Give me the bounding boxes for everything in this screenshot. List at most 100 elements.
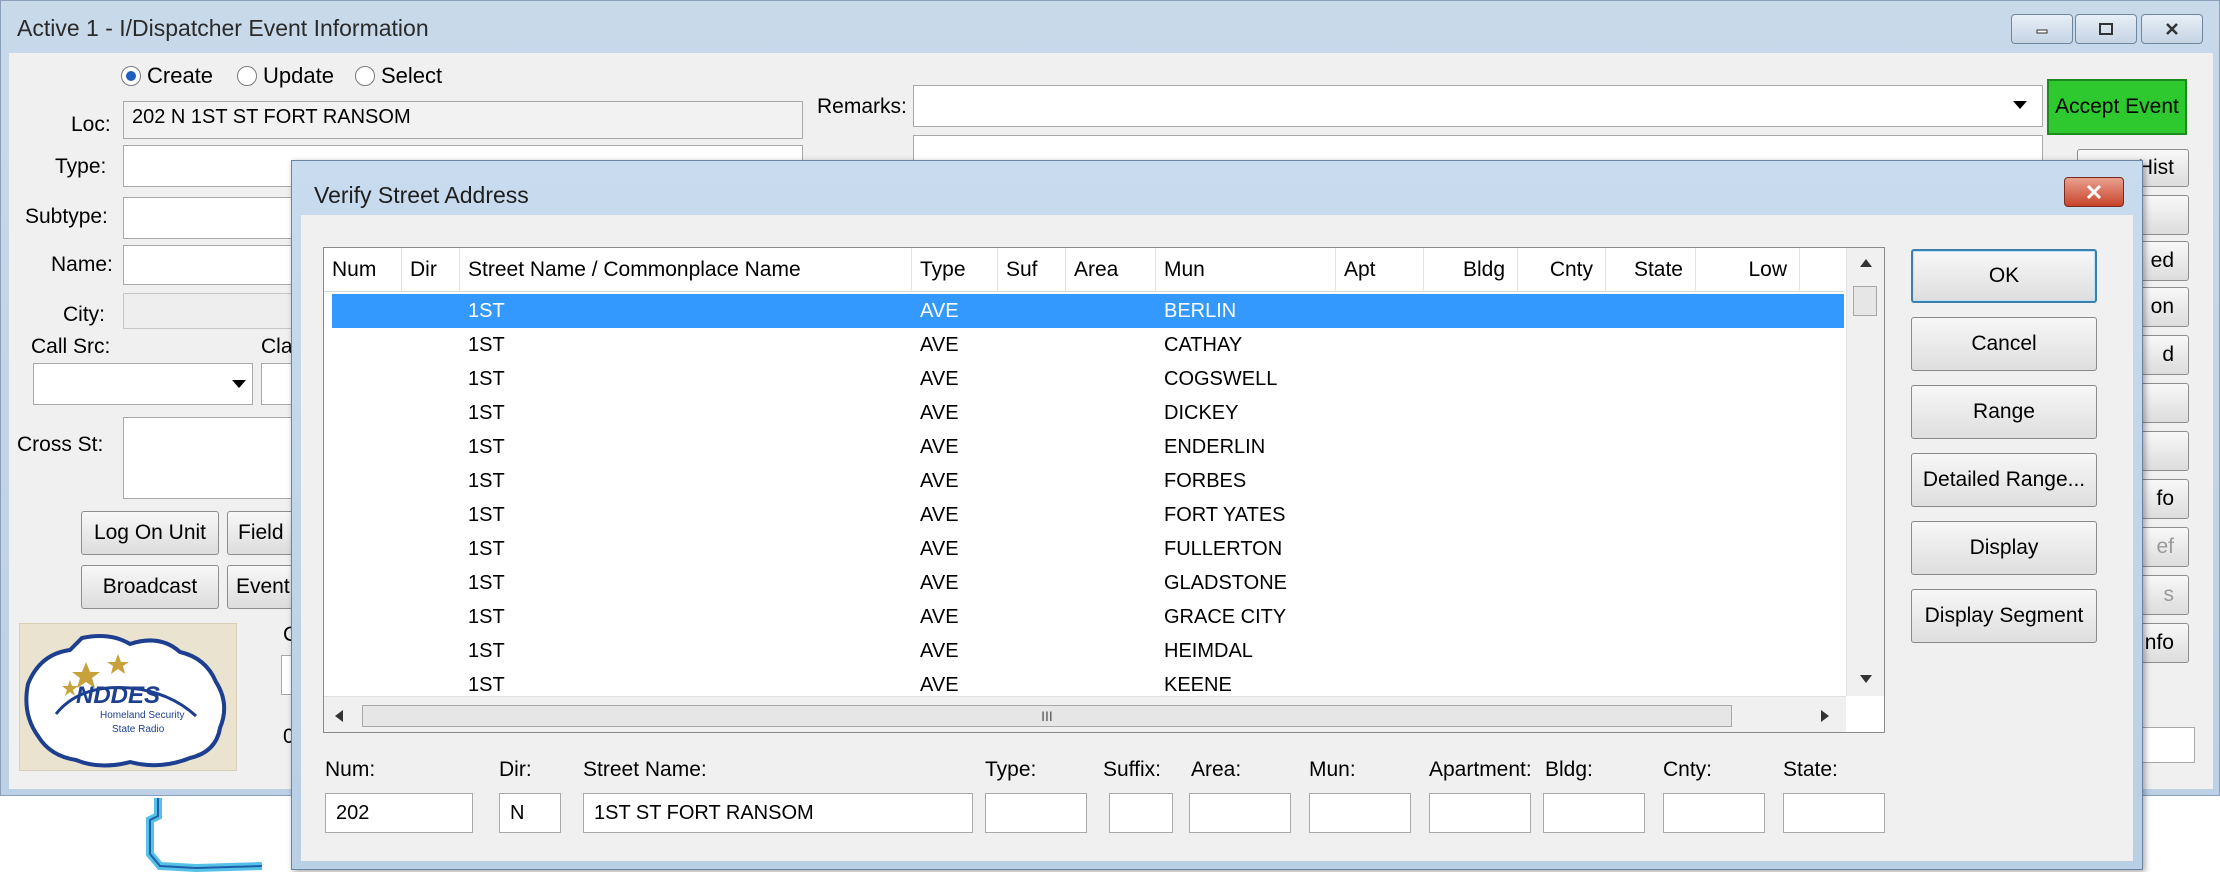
cnty-label: Cnty: [1663,758,1713,781]
column-header-dir[interactable]: Dir [402,248,460,292]
cross-st-label: Cross St: [17,433,104,456]
column-header-street[interactable]: Street Name / Commonplace Name [460,248,912,292]
minimize-button[interactable] [2011,14,2073,44]
dir-field[interactable]: N [499,793,561,833]
radio-update-dot [237,66,257,86]
table-row[interactable]: 1ST AVE GRACE CITY [332,600,1844,634]
area-field[interactable] [1189,793,1291,833]
display-segment-button[interactable]: Display Segment [1911,589,2097,643]
city-label: City: [63,303,105,326]
type-field[interactable] [985,793,1087,833]
column-header-state[interactable]: State [1606,248,1696,292]
scroll-left-icon[interactable] [334,709,344,723]
accept-event-button[interactable]: Accept Event [2047,79,2187,135]
horizontal-scroll-thumb[interactable]: III [362,705,1732,727]
cell-mun: FORT YATES [1164,504,1286,526]
cell-mun: ENDERLIN [1164,436,1266,458]
log-on-unit-button[interactable]: Log On Unit [81,511,219,555]
column-header-bldg[interactable]: Bldg [1424,248,1518,292]
bldg-label: Bldg: [1545,758,1593,781]
cell-mun: HEIMDAL [1164,640,1253,662]
type-label: Type: [55,155,107,178]
map-fragment [146,798,263,872]
column-header-mun[interactable]: Mun [1156,248,1336,292]
mun-field[interactable] [1309,793,1411,833]
radio-update[interactable]: Update [237,63,334,89]
table-row[interactable]: 1ST AVE CATHAY [332,328,1844,362]
type-label: Type: [985,758,1037,781]
table-row[interactable]: 1ST AVE FORBES [332,464,1844,498]
cell-type: AVE [920,402,959,424]
table-row[interactable]: 1ST AVE GLADSTONE [332,566,1844,600]
loc-label: Loc: [71,113,111,136]
close-icon [2166,23,2178,35]
city-field[interactable] [123,293,303,329]
num-label: Num: [325,758,376,781]
name-field[interactable] [123,245,303,285]
cell-type: AVE [920,300,959,322]
table-row[interactable]: 1ST AVE DICKEY [332,396,1844,430]
broadcast-button[interactable]: Broadcast [81,565,219,609]
address-results-list[interactable]: Num Dir Street Name / Commonplace Name T… [323,247,1885,733]
vertical-scroll-thumb[interactable] [1853,286,1877,316]
column-header-low[interactable]: Low [1696,248,1800,292]
cell-mun: DICKEY [1164,402,1239,424]
state-field[interactable] [1783,793,1885,833]
window-title: Active 1 - I/Dispatcher Event Informatio… [17,15,429,41]
table-row[interactable]: 1ST AVE HEIMDAL [332,634,1844,668]
logo-line1: Homeland Security [100,710,185,721]
cell-mun: GLADSTONE [1164,572,1287,594]
table-row[interactable]: 1ST AVE COGSWELL [332,362,1844,396]
ok-button[interactable]: OK [1911,249,2097,303]
vertical-scrollbar[interactable] [1846,248,1884,696]
suffix-field[interactable] [1109,793,1173,833]
detailed-range-button[interactable]: Detailed Range... [1911,453,2097,507]
apartment-label: Apartment: [1429,758,1532,781]
column-header-cnty[interactable]: Cnty [1518,248,1606,292]
column-header-suf[interactable]: Suf [998,248,1066,292]
remarks-select[interactable] [913,85,2043,127]
close-button[interactable] [2141,14,2203,44]
num-field[interactable]: 202 [325,793,473,833]
table-row[interactable]: 1ST AVE KEENE [332,668,1844,696]
table-row[interactable]: 1ST AVE FORT YATES [332,498,1844,532]
cell-street: 1ST [468,300,505,322]
cell-type: AVE [920,640,959,662]
column-header-area[interactable]: Area [1066,248,1156,292]
table-row[interactable]: 1ST AVE BERLIN [332,294,1844,328]
radio-select[interactable]: Select [355,63,442,89]
radio-update-label: Update [263,63,334,88]
table-row[interactable]: 1ST AVE ENDERLIN [332,430,1844,464]
scroll-up-icon[interactable] [1859,258,1873,268]
display-button[interactable]: Display [1911,521,2097,575]
horizontal-scrollbar[interactable]: III [324,696,1846,732]
cell-mun: KEENE [1164,674,1232,696]
cnty-field[interactable] [1663,793,1765,833]
dialog-body: Num Dir Street Name / Commonplace Name T… [301,215,2133,861]
cell-mun: CATHAY [1164,334,1243,356]
table-row[interactable]: 1ST AVE FULLERTON [332,532,1844,566]
column-header-num[interactable]: Num [324,248,402,292]
call-src-select[interactable] [33,363,253,405]
cell-street: 1ST [468,368,505,390]
range-button[interactable]: Range [1911,385,2097,439]
logo-line2: State Radio [112,724,165,735]
loc-field[interactable]: 202 N 1ST ST FORT RANSOM [123,101,803,139]
list-header: Num Dir Street Name / Commonplace Name T… [324,248,1844,292]
apartment-field[interactable] [1429,793,1531,833]
scroll-right-icon[interactable] [1820,709,1830,723]
subtype-field[interactable] [123,197,303,239]
radio-create[interactable]: Create [121,63,213,89]
cross-st-field[interactable] [123,417,303,499]
column-header-type[interactable]: Type [912,248,998,292]
cell-type: AVE [920,436,959,458]
cell-street: 1ST [468,402,505,424]
restore-button[interactable] [2075,14,2137,44]
cell-mun: BERLIN [1164,300,1237,322]
scroll-down-icon[interactable] [1859,674,1873,684]
street-name-field[interactable]: 1ST ST FORT RANSOM [583,793,973,833]
cancel-button[interactable]: Cancel [1911,317,2097,371]
bldg-field[interactable] [1543,793,1645,833]
dialog-close-button[interactable] [2064,177,2124,207]
column-header-apt[interactable]: Apt [1336,248,1424,292]
